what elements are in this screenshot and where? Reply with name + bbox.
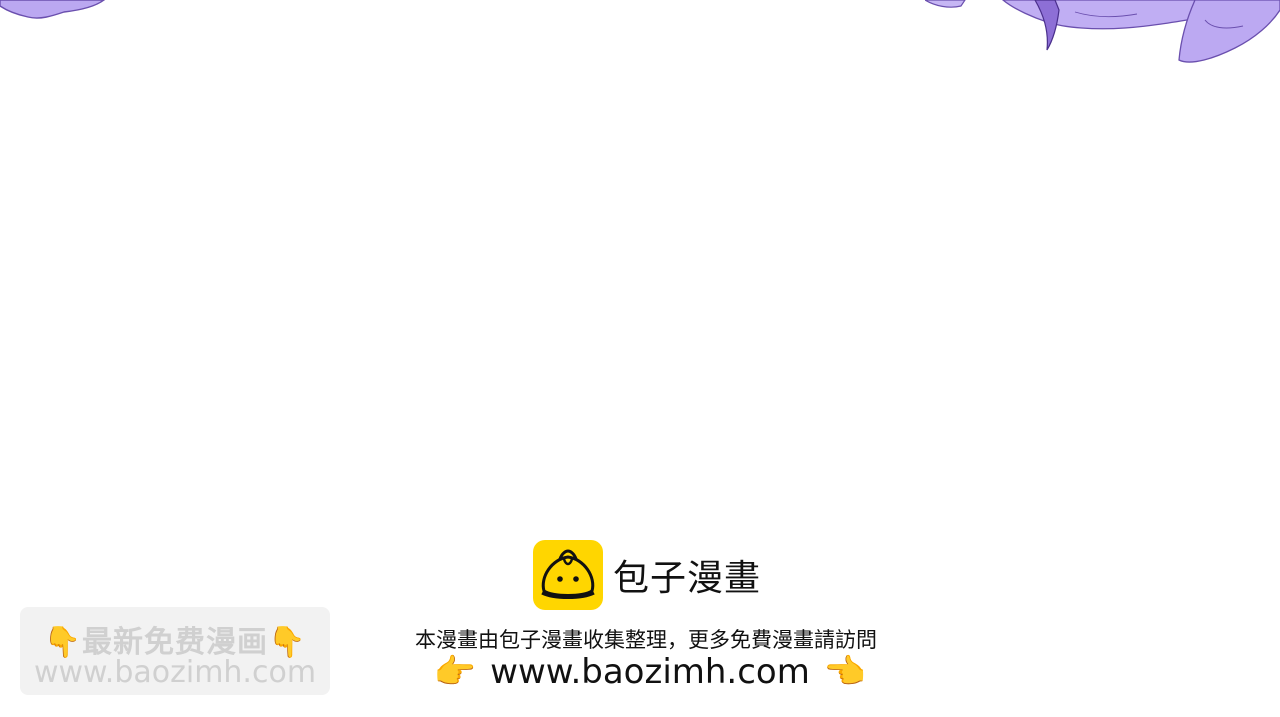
brand-header: 包子漫畫 — [533, 540, 761, 610]
pointing-left-hand-icon: 👈 — [823, 652, 867, 692]
site-url-link[interactable]: www.baozimh.com — [490, 652, 810, 692]
petal-illustration-left — [0, 0, 106, 19]
bun-logo-icon — [533, 540, 603, 610]
pointing-right-hand-icon: 👉 — [433, 652, 477, 692]
petal-illustration-right — [925, 0, 1280, 63]
brand-name: 包子漫畫 — [613, 558, 762, 599]
site-url-row: 👉 www.baozimh.com 👈 — [0, 652, 1280, 692]
collection-notice: 本漫畫由包子漫畫收集整理，更多免費漫畫請訪問 — [415, 628, 877, 652]
